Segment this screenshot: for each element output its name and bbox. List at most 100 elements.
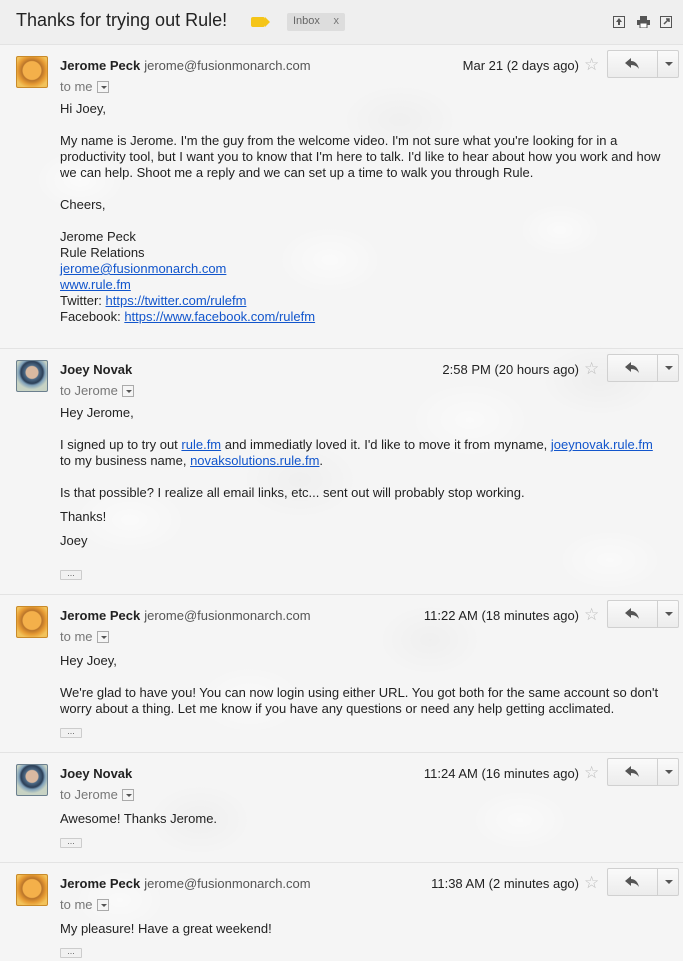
show-details-icon[interactable] bbox=[121, 385, 134, 397]
twitter-label: Twitter: bbox=[60, 293, 102, 308]
joeynovak-link[interactable]: joeynovak.rule.fm bbox=[551, 437, 653, 452]
reply-button[interactable] bbox=[608, 601, 658, 627]
show-trimmed-content-button[interactable]: ... bbox=[60, 727, 82, 738]
more-actions-button[interactable] bbox=[659, 355, 679, 381]
message-date: 11:22 AM (18 minutes ago) bbox=[423, 608, 579, 623]
importance-marker-icon[interactable] bbox=[251, 17, 270, 27]
message-body: Hi Joey, My name is Jerome. I'm the guy … bbox=[60, 101, 663, 325]
recipient-line: to me bbox=[60, 79, 109, 94]
reply-icon bbox=[625, 58, 639, 69]
sender-name[interactable]: Jerome Peck bbox=[60, 608, 140, 623]
rule-fm-link[interactable]: rule.fm bbox=[181, 437, 221, 452]
message-date: 2:58 PM (20 hours ago) bbox=[442, 362, 579, 377]
thread-header: Thanks for trying out Rule! Inbox x bbox=[0, 0, 683, 44]
show-details-icon[interactable] bbox=[96, 81, 109, 93]
signature-email-link[interactable]: jerome@fusionmonarch.com bbox=[60, 261, 226, 276]
closing: Cheers, bbox=[60, 197, 106, 212]
recipient-text: to Jerome bbox=[60, 383, 118, 398]
remove-label-icon[interactable]: x bbox=[334, 15, 340, 27]
more-actions-button[interactable] bbox=[659, 759, 679, 785]
reply-button[interactable] bbox=[608, 759, 658, 785]
expand-all-icon[interactable] bbox=[613, 16, 625, 28]
show-details-icon[interactable] bbox=[96, 631, 109, 643]
paragraph: My name is Jerome. I'm the guy from the … bbox=[60, 133, 661, 180]
show-trimmed-content-button[interactable]: ... bbox=[60, 947, 82, 958]
reply-icon bbox=[625, 876, 639, 887]
message-date: 11:38 AM (2 minutes ago) bbox=[431, 876, 579, 891]
show-details-icon[interactable] bbox=[96, 899, 109, 911]
recipient-line: to me bbox=[60, 629, 109, 644]
star-icon[interactable]: ☆ bbox=[584, 763, 599, 783]
reply-icon bbox=[625, 766, 639, 777]
paragraph: Awesome! Thanks Jerome. bbox=[60, 811, 218, 826]
recipient-text: to me bbox=[60, 897, 93, 912]
avatar bbox=[16, 360, 48, 392]
sender-name[interactable]: Joey Novak bbox=[60, 362, 132, 377]
more-actions-button[interactable] bbox=[659, 51, 679, 77]
reply-icon bbox=[625, 608, 639, 619]
reply-button-group bbox=[607, 868, 679, 896]
recipient-text: to me bbox=[60, 79, 93, 94]
paragraph: We're glad to have you! You can now logi… bbox=[60, 685, 659, 716]
new-window-icon[interactable] bbox=[660, 16, 672, 28]
recipient-line: to Jerome bbox=[60, 383, 134, 398]
novaksolutions-link[interactable]: novaksolutions.rule.fm bbox=[190, 453, 319, 468]
message-card[interactable]: Jerome Peck jerome@fusionmonarch.com to m… bbox=[0, 862, 683, 961]
recipient-text: to me bbox=[60, 629, 93, 644]
signature-title: Rule Relations bbox=[60, 245, 145, 260]
star-icon[interactable]: ☆ bbox=[584, 55, 599, 75]
facebook-label: Facebook: bbox=[60, 309, 121, 324]
twitter-link[interactable]: https://twitter.com/rulefm bbox=[106, 293, 247, 308]
star-icon[interactable]: ☆ bbox=[584, 873, 599, 893]
show-trimmed-content-button[interactable]: ... bbox=[60, 569, 82, 580]
paragraph: Thanks! bbox=[60, 509, 107, 524]
sender-name[interactable]: Jerome Peck bbox=[60, 876, 140, 891]
sender-email: jerome@fusionmonarch.com bbox=[144, 876, 311, 891]
message-card[interactable]: Jerome Peck jerome@fusionmonarch.com to m… bbox=[0, 594, 683, 752]
sender: Joey Novak bbox=[60, 362, 132, 377]
recipient-text: to Jerome bbox=[60, 787, 118, 802]
reply-button-group bbox=[607, 354, 679, 382]
sender: Jerome Peck jerome@fusionmonarch.com bbox=[60, 876, 311, 891]
sender-name[interactable]: Joey Novak bbox=[60, 766, 132, 781]
star-icon[interactable]: ☆ bbox=[584, 605, 599, 625]
message-date: Mar 21 (2 days ago) bbox=[462, 58, 579, 73]
message-card[interactable]: Joey Novak to Jerome 11:24 AM (16 minute… bbox=[0, 752, 683, 862]
message-card[interactable]: Joey Novak to Jerome 2:58 PM (20 hours a… bbox=[0, 348, 683, 594]
paragraph: Is that possible? I realize all email li… bbox=[60, 485, 525, 500]
show-trimmed-content-button[interactable]: ... bbox=[60, 837, 82, 848]
sender: Jerome Peck jerome@fusionmonarch.com bbox=[60, 608, 311, 623]
paragraph: I signed up to try out rule.fm and immed… bbox=[60, 437, 653, 468]
show-details-icon[interactable] bbox=[121, 789, 134, 801]
sender-name[interactable]: Jerome Peck bbox=[60, 58, 140, 73]
paragraph: My pleasure! Have a great weekend! bbox=[60, 921, 272, 936]
more-actions-button[interactable] bbox=[659, 869, 679, 895]
reply-icon bbox=[625, 362, 639, 373]
sender: Joey Novak bbox=[60, 766, 132, 781]
message-body: Awesome! Thanks Jerome. bbox=[60, 811, 663, 827]
reply-button-group bbox=[607, 758, 679, 786]
more-actions-button[interactable] bbox=[659, 601, 679, 627]
reply-button[interactable] bbox=[608, 51, 658, 77]
inbox-label-chip[interactable]: Inbox x bbox=[287, 13, 345, 31]
avatar bbox=[16, 874, 48, 906]
message-card[interactable]: Jerome Peck jerome@fusionmonarch.com to m… bbox=[0, 44, 683, 348]
message-body: My pleasure! Have a great weekend! bbox=[60, 921, 663, 937]
print-icon[interactable] bbox=[637, 16, 650, 28]
greeting: Hi Joey, bbox=[60, 101, 106, 116]
star-icon[interactable]: ☆ bbox=[584, 359, 599, 379]
avatar bbox=[16, 606, 48, 638]
reply-button-group bbox=[607, 50, 679, 78]
signature-website-link[interactable]: www.rule.fm bbox=[60, 277, 131, 292]
greeting: Hey Joey, bbox=[60, 653, 117, 668]
message-date: 11:24 AM (16 minutes ago) bbox=[423, 766, 579, 781]
reply-button-group bbox=[607, 600, 679, 628]
facebook-link[interactable]: https://www.facebook.com/rulefm bbox=[124, 309, 315, 324]
avatar bbox=[16, 764, 48, 796]
avatar bbox=[16, 56, 48, 88]
message-body: Hey Joey, We're glad to have you! You ca… bbox=[60, 653, 663, 717]
greeting: Hey Jerome, bbox=[60, 405, 134, 420]
reply-button[interactable] bbox=[608, 869, 658, 895]
signature-name: Jerome Peck bbox=[60, 229, 136, 244]
reply-button[interactable] bbox=[608, 355, 658, 381]
